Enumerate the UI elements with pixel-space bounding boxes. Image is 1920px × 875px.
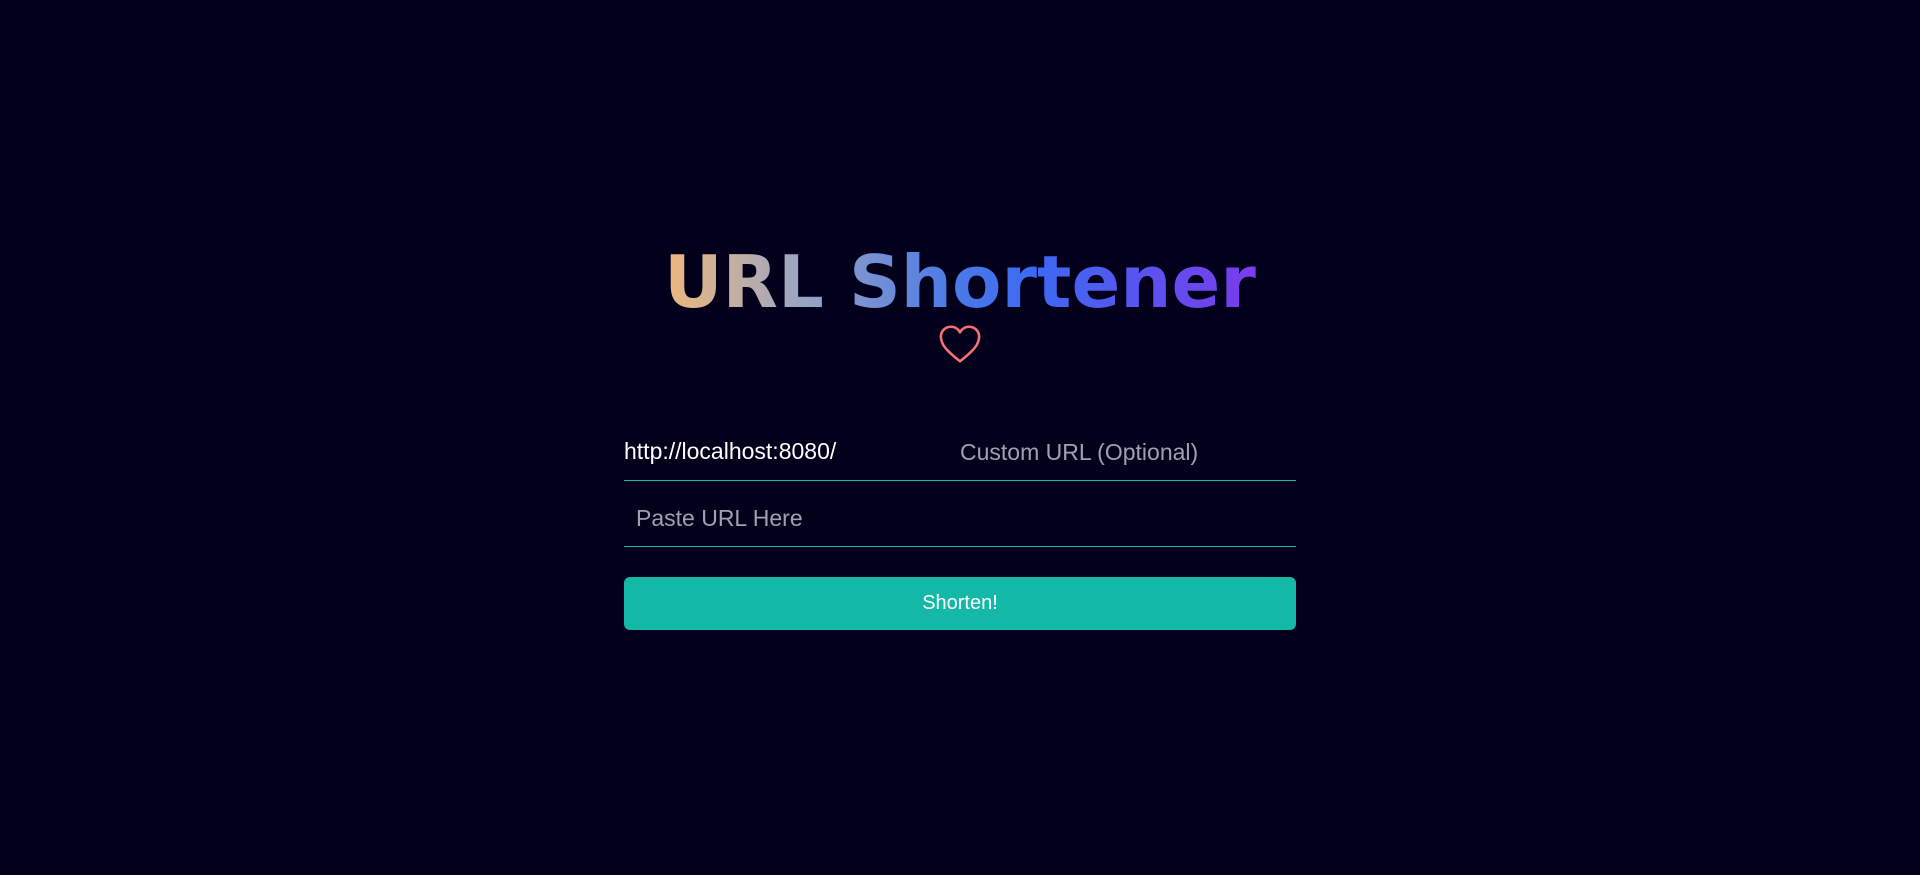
custom-url-row: http://localhost:8080/	[624, 425, 1296, 481]
page-title-text: URL Shortener	[660, 240, 1260, 324]
page: URL Shortener http://localhost:8080/ Sho…	[0, 0, 1920, 875]
shorten-form: http://localhost:8080/ Shorten!	[624, 425, 1296, 630]
heart-icon	[939, 325, 981, 363]
base-url-prefix: http://localhost:8080/	[624, 438, 837, 464]
long-url-input[interactable]	[624, 491, 1296, 545]
page-title: URL Shortener	[0, 236, 1920, 328]
long-url-row	[624, 491, 1296, 547]
custom-url-input[interactable]	[948, 425, 1288, 479]
shorten-button[interactable]: Shorten!	[624, 577, 1296, 630]
